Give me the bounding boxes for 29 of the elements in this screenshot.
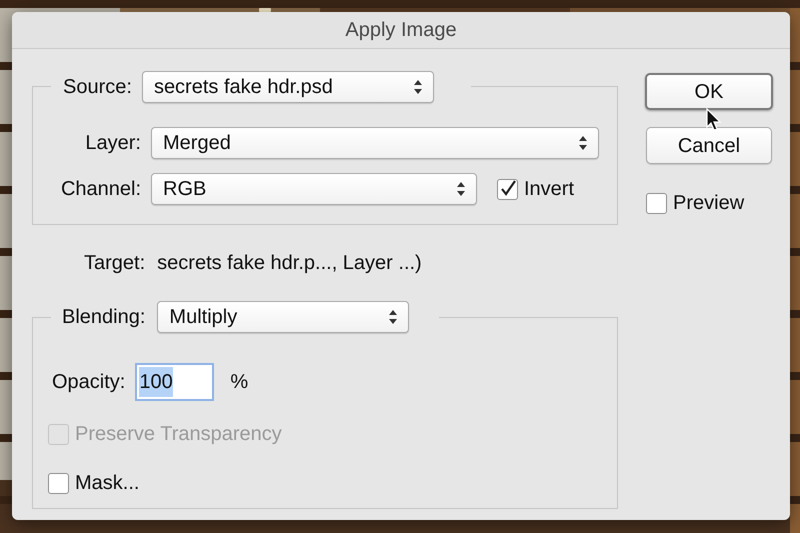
channel-label: Channel: <box>60 177 141 202</box>
checkbox[interactable] <box>646 192 667 214</box>
blending-label: Blending: <box>62 305 146 330</box>
opacity-field[interactable]: 100 <box>135 363 214 401</box>
stepper-icon <box>414 80 422 94</box>
blending-select[interactable]: Multiply <box>157 301 410 333</box>
stepper-icon <box>579 136 587 150</box>
target-label: Target: <box>84 251 146 276</box>
layer-label: Layer: <box>84 131 141 156</box>
cancel-button[interactable]: Cancel <box>646 127 772 164</box>
percent-label: % <box>230 370 248 395</box>
checkbox-label: Preserve Transparency <box>75 422 282 447</box>
source-label: Source: <box>63 75 132 100</box>
stepper-icon <box>457 182 465 196</box>
checkbox-label: Mask... <box>75 471 140 496</box>
window-title: Apply Image <box>345 18 457 43</box>
target-value: secrets fake hdr.p..., Layer ...) <box>157 251 422 276</box>
cursor-icon <box>706 108 722 132</box>
checkbox[interactable] <box>48 472 69 494</box>
layer-select[interactable]: Merged <box>151 127 599 159</box>
stepper-icon <box>389 310 398 324</box>
checkbox-label: Preview <box>673 191 744 216</box>
channel-select[interactable]: RGB <box>151 173 477 205</box>
ok-button[interactable]: OK <box>645 73 773 110</box>
checkmark-icon <box>498 180 516 198</box>
checkbox-label: Invert <box>524 177 574 202</box>
source-select[interactable]: secrets fake hdr.psd <box>142 71 434 103</box>
checkbox[interactable] <box>497 178 518 200</box>
opacity-label: Opacity: <box>52 370 126 395</box>
